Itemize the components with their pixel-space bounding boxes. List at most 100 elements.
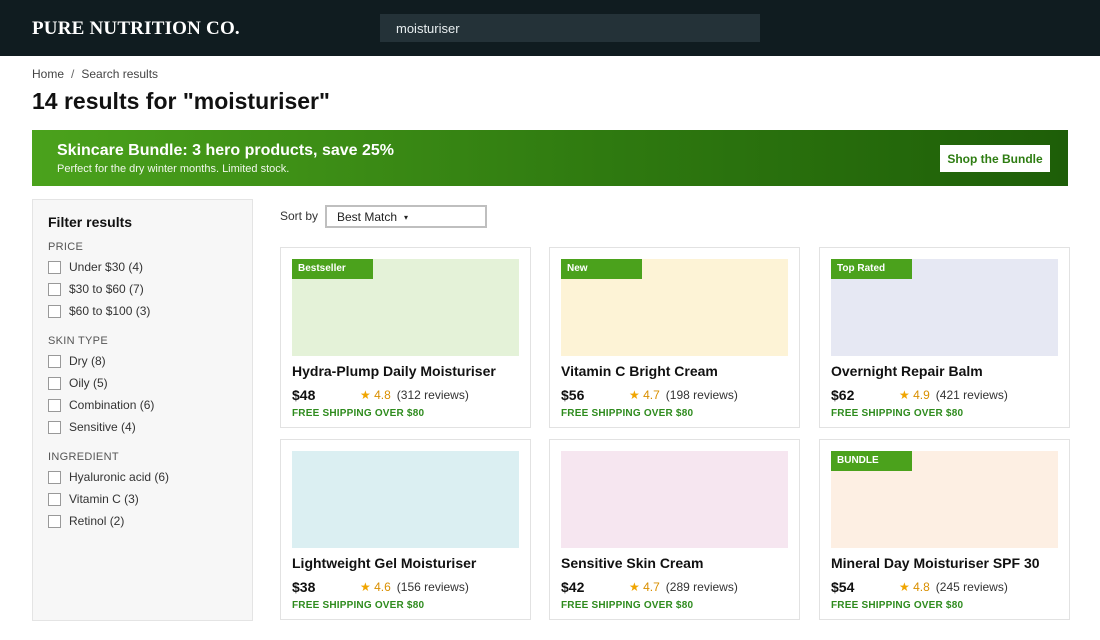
- filter-option-label: Retinol (2): [69, 514, 125, 528]
- sort-selected-value: Best Match: [337, 210, 398, 224]
- rating-value: 4.6: [374, 580, 391, 594]
- product-card[interactable]: BUNDLE Mineral Day Moisturiser SPF 30 $5…: [819, 439, 1070, 620]
- filter-option-60-to-100[interactable]: $60 to $100 (3): [48, 300, 150, 322]
- sort-label: Sort by: [280, 209, 319, 223]
- filter-option-30-to-60[interactable]: $30 to $60 (7): [48, 278, 150, 300]
- product-name[interactable]: Hydra-Plump Daily Moisturiser: [292, 363, 496, 379]
- product-name[interactable]: Sensitive Skin Cream: [561, 555, 703, 571]
- filter-panel-title: Filter results: [48, 214, 133, 230]
- filter-option-dry[interactable]: Dry (8): [48, 350, 154, 372]
- filter-option-vitamin-c[interactable]: Vitamin C (3): [48, 488, 169, 510]
- product-price: $56: [561, 387, 585, 403]
- checkbox[interactable]: [48, 398, 61, 412]
- brand-logo[interactable]: PURE NUTRITION CO.: [32, 18, 240, 40]
- star-icon: ★: [360, 580, 371, 594]
- product-name[interactable]: Vitamin C Bright Cream: [561, 363, 718, 379]
- breadcrumb: Home / Search results: [32, 67, 158, 81]
- filter-option-label: $60 to $100 (3): [69, 304, 151, 318]
- product-badge: BUNDLE: [831, 451, 912, 471]
- star-icon: ★: [899, 580, 910, 594]
- rating-value: 4.8: [374, 388, 391, 402]
- checkbox[interactable]: [48, 514, 61, 528]
- filter-option-label: Combination (6): [69, 398, 155, 412]
- review-count: (156 reviews): [396, 580, 469, 594]
- review-count: (245 reviews): [935, 580, 1008, 594]
- filter-option-oily[interactable]: Oily (5): [48, 372, 154, 394]
- review-count: (421 reviews): [935, 388, 1008, 402]
- product-image[interactable]: [292, 451, 519, 548]
- product-rating: ★ 4.7 (289 reviews): [629, 580, 738, 594]
- product-name[interactable]: Overnight Repair Balm: [831, 363, 983, 379]
- search-input[interactable]: [380, 14, 760, 42]
- checkbox[interactable]: [48, 492, 61, 506]
- filter-option-label: $30 to $60 (7): [69, 282, 144, 296]
- breadcrumb-current: Search results: [81, 67, 159, 81]
- product-price: $62: [831, 387, 855, 403]
- shipping-note: FREE SHIPPING OVER $80: [831, 600, 964, 611]
- top-header: PURE NUTRITION CO.: [0, 0, 1100, 56]
- rating-value: 4.7: [643, 388, 660, 402]
- shop-bundle-button[interactable]: Shop the Bundle: [940, 145, 1050, 172]
- review-count: (198 reviews): [665, 388, 738, 402]
- star-icon: ★: [629, 580, 640, 594]
- sort-select[interactable]: Best Match ▾: [325, 205, 487, 228]
- product-price: $38: [292, 579, 316, 595]
- product-name[interactable]: Mineral Day Moisturiser SPF 30: [831, 555, 1040, 571]
- checkbox[interactable]: [48, 376, 61, 390]
- product-badge: New: [561, 259, 642, 279]
- filter-option-sensitive[interactable]: Sensitive (4): [48, 416, 154, 438]
- promo-banner: Skincare Bundle: 3 hero products, save 2…: [32, 130, 1068, 186]
- filter-option-label: Under $30 (4): [69, 260, 144, 274]
- filter-group-title: SKIN TYPE: [48, 335, 108, 347]
- product-card[interactable]: New Vitamin C Bright Cream $56 ★ 4.7 (198…: [549, 247, 800, 428]
- star-icon: ★: [360, 388, 371, 402]
- shipping-note: FREE SHIPPING OVER $80: [561, 408, 694, 419]
- product-rating: ★ 4.8 (245 reviews): [899, 580, 1008, 594]
- filter-group-title: INGREDIENT: [48, 451, 119, 463]
- rating-value: 4.8: [913, 580, 930, 594]
- product-badge: Top Rated: [831, 259, 912, 279]
- filter-option-label: Vitamin C (3): [69, 492, 139, 506]
- filter-panel: Filter results PRICE Under $30 (4) $30 t…: [32, 199, 253, 621]
- product-card[interactable]: Bestseller Hydra-Plump Daily Moisturiser…: [280, 247, 531, 428]
- page-title: 14 results for "moisturiser": [32, 88, 330, 114]
- product-price: $42: [561, 579, 585, 595]
- product-price: $54: [831, 579, 855, 595]
- filter-option-combination[interactable]: Combination (6): [48, 394, 154, 416]
- product-price: $48: [292, 387, 316, 403]
- product-image[interactable]: [561, 451, 788, 548]
- checkbox[interactable]: [48, 470, 61, 484]
- filter-option-under-30[interactable]: Under $30 (4): [48, 256, 150, 278]
- product-card[interactable]: Lightweight Gel Moisturiser $38 ★ 4.6 (15…: [280, 439, 531, 620]
- product-rating: ★ 4.7 (198 reviews): [629, 388, 738, 402]
- star-icon: ★: [899, 388, 910, 402]
- product-name[interactable]: Lightweight Gel Moisturiser: [292, 555, 476, 571]
- shipping-note: FREE SHIPPING OVER $80: [292, 408, 425, 419]
- product-rating: ★ 4.9 (421 reviews): [899, 388, 1008, 402]
- breadcrumb-separator: /: [71, 67, 75, 81]
- filter-option-hyaluronic-acid[interactable]: Hyaluronic acid (6): [48, 466, 169, 488]
- product-card[interactable]: Top Rated Overnight Repair Balm $62 ★ 4.…: [819, 247, 1070, 428]
- filter-option-retinol[interactable]: Retinol (2): [48, 510, 169, 532]
- product-card[interactable]: Sensitive Skin Cream $42 ★ 4.7 (289 revie…: [549, 439, 800, 620]
- product-rating: ★ 4.8 (312 reviews): [360, 388, 469, 402]
- checkbox[interactable]: [48, 304, 61, 318]
- checkbox[interactable]: [48, 282, 61, 296]
- rating-value: 4.7: [643, 580, 660, 594]
- promo-subtitle: Perfect for the dry winter months. Limit…: [57, 163, 290, 175]
- breadcrumb-home-link[interactable]: Home: [32, 67, 64, 81]
- checkbox[interactable]: [48, 420, 61, 434]
- filter-group-skin-type: SKIN TYPE Dry (8) Oily (5) Combination (…: [48, 335, 154, 438]
- filter-group-ingredient: INGREDIENT Hyaluronic acid (6) Vitamin C…: [48, 451, 169, 532]
- star-icon: ★: [629, 388, 640, 402]
- filter-option-label: Dry (8): [69, 354, 106, 368]
- rating-value: 4.9: [913, 388, 930, 402]
- filter-group-price: PRICE Under $30 (4) $30 to $60 (7) $60 t…: [48, 241, 150, 322]
- filter-option-label: Hyaluronic acid (6): [69, 470, 170, 484]
- checkbox[interactable]: [48, 354, 61, 368]
- checkbox[interactable]: [48, 260, 61, 274]
- shipping-note: FREE SHIPPING OVER $80: [292, 600, 425, 611]
- product-rating: ★ 4.6 (156 reviews): [360, 580, 469, 594]
- chevron-down-icon: ▾: [404, 213, 409, 222]
- filter-option-label: Oily (5): [69, 376, 108, 390]
